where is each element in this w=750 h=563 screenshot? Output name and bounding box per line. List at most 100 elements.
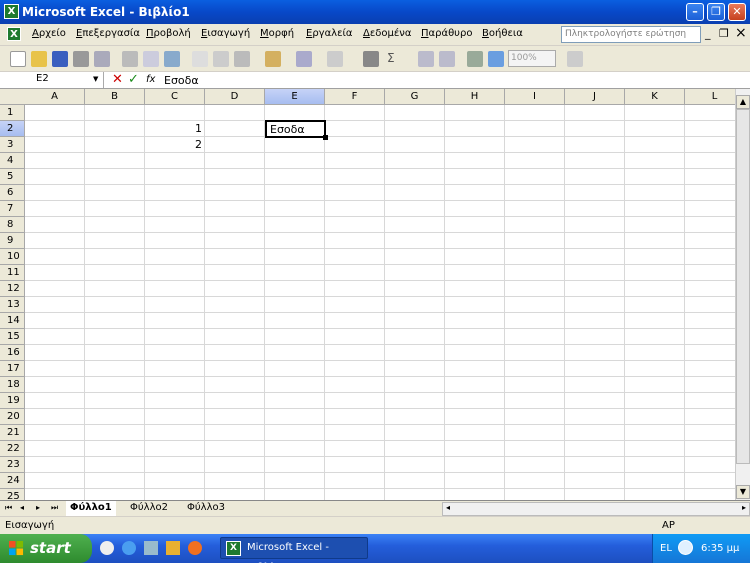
menu-help[interactable]: Βοήθεια [482,28,523,39]
paste-icon[interactable] [234,51,250,67]
row-header-17[interactable]: 17 [0,361,25,377]
close-button[interactable]: ✕ [728,3,746,21]
quicklaunch-icon[interactable] [100,541,114,555]
menu-file[interactable]: Αρχείο [32,28,66,39]
row-header-20[interactable]: 20 [0,409,25,425]
row-header-12[interactable]: 12 [0,281,25,297]
excel-app-icon[interactable]: X [4,4,19,19]
row-header-18[interactable]: 18 [0,377,25,393]
column-header-j[interactable]: J [565,89,625,105]
doc-restore-button[interactable]: ❐ [719,27,729,40]
row-header-9[interactable]: 9 [0,233,25,249]
menu-view[interactable]: Προβολή [146,28,191,39]
column-header-k[interactable]: K [625,89,685,105]
menu-tools[interactable]: Εργαλεία [306,28,352,39]
menu-insert[interactable]: Εισαγωγή [201,28,250,39]
sheet-tab-1[interactable]: Φύλλο1 [66,501,116,516]
language-indicator[interactable]: EL [660,543,672,554]
sheet-tab-3[interactable]: Φύλλο3 [183,501,229,516]
menu-window[interactable]: Παράθυρο [421,28,472,39]
sheet-tab-2[interactable]: Φύλλο2 [126,501,172,516]
hyperlink-icon[interactable] [363,51,379,67]
row-header-22[interactable]: 22 [0,441,25,457]
messenger-icon[interactable] [166,541,180,555]
row-header-19[interactable]: 19 [0,393,25,409]
last-sheet-icon[interactable]: ⏭ [51,503,58,513]
restore-button[interactable]: ❐ [707,3,725,21]
sort-descending-icon[interactable] [439,51,455,67]
column-header-d[interactable]: D [205,89,265,105]
select-all-corner[interactable] [0,89,26,105]
prev-sheet-icon[interactable]: ◂ [20,503,24,512]
column-header-i[interactable]: I [505,89,565,105]
row-header-25[interactable]: 25 [0,489,25,500]
scroll-left-icon[interactable]: ◂ [446,503,450,512]
row-header-5[interactable]: 5 [0,169,25,185]
scroll-up-icon[interactable]: ▲ [736,95,750,109]
row-header-14[interactable]: 14 [0,313,25,329]
cut-icon[interactable] [192,51,208,67]
undo-icon[interactable] [296,51,312,67]
row-header-16[interactable]: 16 [0,345,25,361]
outlook-icon[interactable] [144,541,158,555]
column-header-g[interactable]: G [385,89,445,105]
email-icon[interactable] [94,51,110,67]
save-icon[interactable] [52,51,68,67]
zoom-select[interactable]: 100% [508,50,556,67]
menu-format[interactable]: Μορφή [260,28,294,39]
menu-data[interactable]: Δεδομένα [363,28,411,39]
formula-input[interactable]: Εσοδα [164,74,199,87]
menu-edit[interactable]: Επεξεργασία [76,28,140,39]
row-header-24[interactable]: 24 [0,473,25,489]
chart-wizard-icon[interactable] [467,51,483,67]
row-header-4[interactable]: 4 [0,153,25,169]
copy-icon[interactable] [213,51,229,67]
name-box[interactable]: E2 [0,72,104,88]
row-header-7[interactable]: 7 [0,201,25,217]
drawing-icon[interactable] [488,51,504,67]
row-header-15[interactable]: 15 [0,329,25,345]
scroll-right-icon[interactable]: ▸ [742,503,746,512]
worksheet-grid[interactable]: ABCDEFGHIJKL 1 2 3 4 5 6 7 8 9 10 11 12 13 14 15 16 17 18… [0,89,735,500]
row-header-10[interactable]: 10 [0,249,25,265]
row-header-8[interactable]: 8 [0,217,25,233]
document-icon[interactable]: X [7,27,21,41]
column-header-l[interactable]: L [685,89,735,105]
name-box-dropdown-icon[interactable]: ▼ [93,75,98,83]
scroll-down-icon[interactable]: ▼ [736,485,750,499]
active-cell-e2[interactable]: Εσοδα [265,120,326,138]
column-header-a[interactable]: A [25,89,85,105]
next-sheet-icon[interactable]: ▸ [36,503,40,512]
row-header-11[interactable]: 11 [0,265,25,281]
cancel-icon[interactable]: ✕ [112,72,123,87]
redo-icon[interactable] [327,51,343,67]
doc-minimize-button[interactable]: _ [705,27,711,40]
doc-close-button[interactable]: × [735,25,747,41]
row-header-3[interactable]: 3 [0,137,25,153]
column-header-h[interactable]: H [445,89,505,105]
format-painter-icon[interactable] [265,51,281,67]
first-sheet-icon[interactable]: ⏮ [5,503,12,513]
horizontal-scrollbar[interactable]: ◂ ▸ [442,502,750,516]
scroll-thumb[interactable] [736,109,750,464]
help-icon[interactable] [567,51,583,67]
row-header-1[interactable]: 1 [0,105,25,121]
help-question-box[interactable]: Πληκτρολογήστε ερώτηση [561,26,701,43]
row-header-21[interactable]: 21 [0,425,25,441]
cell-c2[interactable]: 1 [146,121,205,137]
column-header-f[interactable]: F [325,89,385,105]
permission-icon[interactable] [73,51,89,67]
media-player-icon[interactable] [188,541,202,555]
minimize-button[interactable]: – [686,3,704,21]
column-header-b[interactable]: B [85,89,145,105]
spelling-icon[interactable] [164,51,180,67]
new-icon[interactable] [10,51,26,67]
fill-handle[interactable] [323,135,328,140]
row-header-13[interactable]: 13 [0,297,25,313]
print-icon[interactable] [122,51,138,67]
insert-function-icon[interactable]: fx [146,74,155,85]
row-header-2[interactable]: 2 [0,121,25,137]
row-header-6[interactable]: 6 [0,185,25,201]
sort-ascending-icon[interactable] [418,51,434,67]
print-preview-icon[interactable] [143,51,159,67]
